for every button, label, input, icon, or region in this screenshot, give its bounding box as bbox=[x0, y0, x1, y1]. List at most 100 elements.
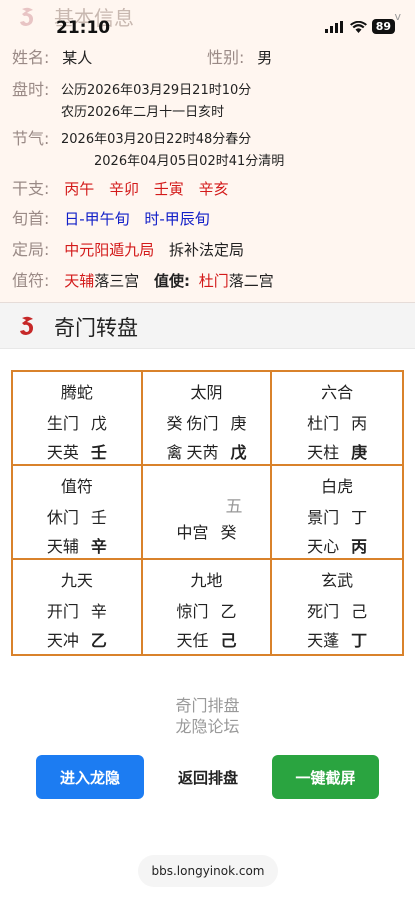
palace-door: 杜门 bbox=[307, 414, 340, 433]
palace-door: 开门 bbox=[46, 602, 79, 621]
palace-god: 九天 bbox=[60, 571, 93, 590]
zhifu-row: 值符: 天辅落三宫 值使: 杜门落二宫 bbox=[12, 267, 274, 291]
time-row: 盘时: bbox=[12, 76, 49, 100]
palace-tian-gan: 辛 bbox=[90, 602, 107, 621]
palace-di-gan: 己 bbox=[220, 631, 237, 650]
palace-door: 休门 bbox=[46, 508, 79, 527]
dragon-logo-icon bbox=[16, 5, 40, 29]
panel-header: 奇门转盘 bbox=[0, 303, 415, 349]
palace-star: 天芮 bbox=[186, 443, 219, 462]
panel-title: 奇门转盘 bbox=[54, 316, 138, 340]
time-label: 盘时: bbox=[12, 80, 50, 99]
ganzhi-hour: 辛亥 bbox=[198, 180, 229, 198]
zhifu-star: 天辅 bbox=[64, 272, 95, 290]
enter-forum-button[interactable]: 进入龙隐 bbox=[36, 755, 144, 799]
palace-cell: 九地 惊门乙 天任己 bbox=[143, 560, 273, 654]
palace-star: 天辅 bbox=[46, 537, 79, 556]
gender-row: 性别: 男 bbox=[207, 44, 272, 68]
time-solar: 公历2026年03月29日21时10分 bbox=[61, 83, 252, 98]
center-number: 五 bbox=[225, 497, 243, 517]
name-label: 姓名: bbox=[12, 48, 50, 67]
zhishi-door: 杜门 bbox=[198, 272, 229, 290]
palace-god: 腾蛇 bbox=[60, 383, 93, 402]
center-label: 中宫 bbox=[176, 523, 209, 542]
palace-cell: 九天 开门辛 天冲乙 bbox=[13, 560, 143, 654]
palace-tian-gan: 庚 bbox=[230, 414, 247, 433]
palace-tian-gan: 己 bbox=[351, 602, 368, 621]
zhifu-label: 值符: bbox=[12, 271, 50, 290]
palace-star: 天英 bbox=[46, 443, 79, 462]
palace-god: 值符 bbox=[60, 477, 93, 496]
palace-door: 死门 bbox=[307, 602, 340, 621]
palace-god: 太阴 bbox=[190, 383, 223, 402]
palace-di-gan: 庚 bbox=[351, 443, 368, 462]
palace-god: 九地 bbox=[190, 571, 223, 590]
palace-tian-gan: 丁 bbox=[351, 508, 368, 527]
palace-di-gan: 戊 bbox=[230, 443, 247, 462]
palace-tian-gan: 戊 bbox=[90, 414, 107, 433]
palace-cell: 太阴 癸伤门庚 禽天芮戊 bbox=[142, 372, 273, 466]
zhifu-palace: 落三宫 bbox=[94, 272, 140, 290]
palace-di-gan: 壬 bbox=[90, 443, 107, 462]
palace-cell: 六合 杜门丙 天柱庚 bbox=[272, 372, 402, 466]
palace-god: 白虎 bbox=[321, 477, 354, 496]
status-icons: 89 v bbox=[324, 10, 401, 34]
ju-method: 拆补法定局 bbox=[168, 241, 244, 259]
ganzhi-month: 辛卯 bbox=[108, 180, 139, 198]
palace-cell: 值符 休门壬 天辅辛 bbox=[13, 466, 143, 560]
palace-star: 天柱 bbox=[307, 443, 340, 462]
palace-door: 生门 bbox=[46, 414, 79, 433]
palace-prefix: 癸 bbox=[166, 414, 183, 433]
back-to-chart-button[interactable]: 返回排盘 bbox=[160, 755, 256, 799]
signal-icon bbox=[324, 20, 343, 33]
url-bar[interactable]: bbs.longyinok.com bbox=[138, 855, 278, 887]
palace-god: 玄武 bbox=[321, 571, 354, 590]
xunshou-day: 日-甲午旬 bbox=[64, 210, 130, 228]
dragon-logo-icon bbox=[16, 314, 40, 338]
palace-cell: 腾蛇 生门戊 天英壬 bbox=[13, 372, 143, 466]
palace-tian-gan: 乙 bbox=[220, 602, 237, 621]
info-header: 基本信息 21:10 89 v bbox=[0, 0, 415, 38]
palace-tian-gan: 壬 bbox=[90, 508, 107, 527]
status-time: 21:10 bbox=[56, 18, 111, 38]
name-value: 某人 bbox=[62, 49, 93, 67]
palace-tian-gan: 丙 bbox=[351, 414, 368, 433]
basic-info-section: 基本信息 21:10 89 v 姓名: 某人 性别: 男 盘时: 公历2026年… bbox=[0, 0, 415, 302]
xunshou-hour: 时-甲辰旬 bbox=[144, 210, 210, 228]
screenshot-button[interactable]: 一键截屏 bbox=[272, 755, 379, 799]
zhishi-palace: 落二宫 bbox=[228, 272, 274, 290]
ganzhi-label: 干支: bbox=[12, 179, 50, 198]
palace-star: 天冲 bbox=[46, 631, 79, 650]
chevron-down-icon[interactable]: v bbox=[394, 10, 401, 23]
palace-door: 伤门 bbox=[186, 414, 219, 433]
palace-star: 天心 bbox=[307, 537, 340, 556]
solar-term-2: 2026年04月05日02时41分清明 bbox=[94, 154, 285, 169]
xunshou-row: 旬首: 日-甲午旬 时-甲辰旬 bbox=[12, 205, 210, 229]
solar-term-row: 节气: bbox=[12, 125, 49, 149]
xunshou-label: 旬首: bbox=[12, 209, 50, 228]
palace-star: 天蓬 bbox=[307, 631, 340, 650]
solar-term-1: 2026年03月20日22时48分春分 bbox=[61, 132, 252, 147]
palace-door: 惊门 bbox=[176, 602, 209, 621]
palace-di-gan: 辛 bbox=[90, 537, 107, 556]
palace-di-gan: 丁 bbox=[351, 631, 368, 650]
battery-icon: 89 bbox=[371, 19, 395, 34]
ganzhi-day: 壬寅 bbox=[153, 180, 184, 198]
palace-door: 景门 bbox=[307, 508, 340, 527]
ju-label: 定局: bbox=[12, 240, 50, 259]
ju-value: 中元阳遁九局 bbox=[64, 241, 155, 259]
center-palace-cell: 五 中宫癸 bbox=[142, 466, 273, 560]
solar-term-label: 节气: bbox=[12, 129, 50, 148]
ganzhi-year: 丙午 bbox=[64, 180, 95, 198]
center-gan: 癸 bbox=[220, 523, 237, 542]
name-row: 姓名: 某人 bbox=[12, 44, 92, 68]
ju-row: 定局: 中元阳遁九局 拆补法定局 bbox=[12, 236, 244, 260]
palace-cell: 白虎 景门丁 天心丙 bbox=[272, 466, 402, 560]
gender-label: 性别: bbox=[207, 48, 245, 67]
palace-di-gan: 乙 bbox=[90, 631, 107, 650]
zhishi-label: 值使: bbox=[154, 272, 190, 290]
ganzhi-row: 干支: 丙午 辛卯 壬寅 辛亥 bbox=[12, 175, 229, 199]
palace-cell: 玄武 死门己 天蓬丁 bbox=[272, 560, 402, 654]
time-lunar: 农历2026年二月十一日亥时 bbox=[61, 105, 225, 120]
qimen-grid: 腾蛇 生门戊 天英壬 太阴 癸伤门庚 禽天芮戊 六合 杜门丙 天柱庚 值符 休门… bbox=[11, 370, 404, 656]
